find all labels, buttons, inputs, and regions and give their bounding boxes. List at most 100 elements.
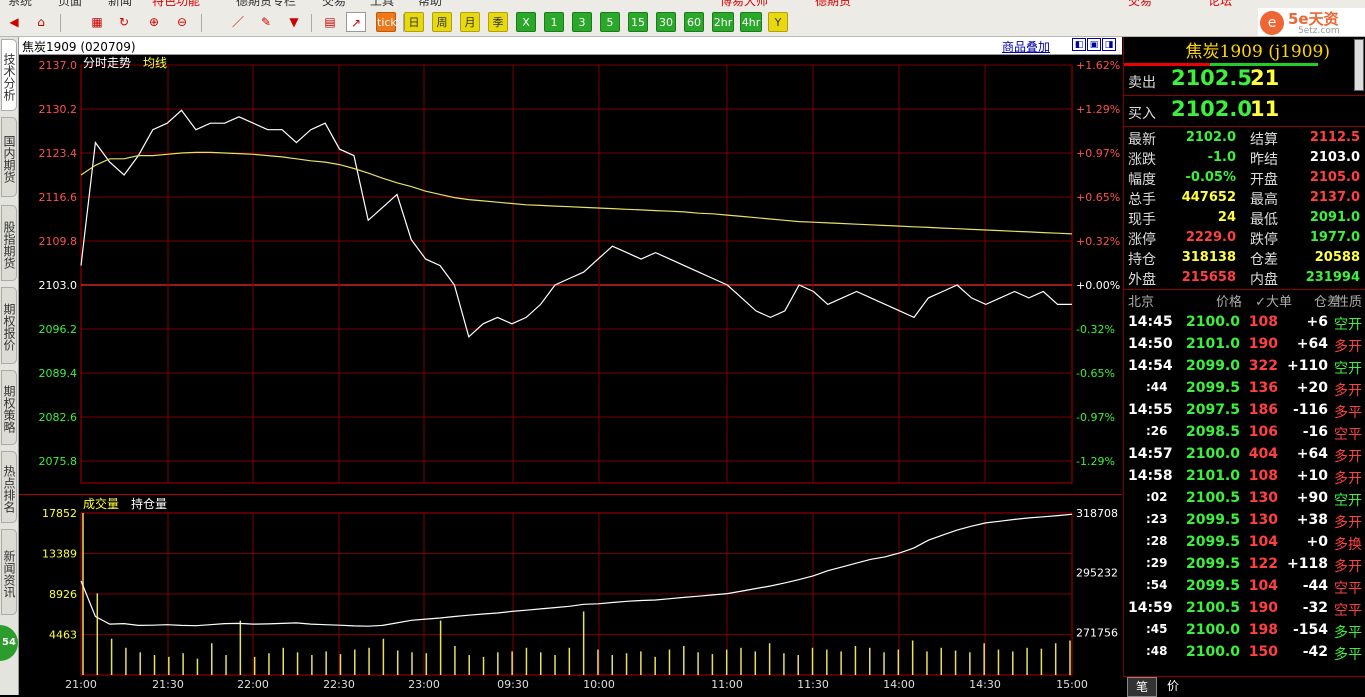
tick-nature: 多开: [1334, 559, 1362, 575]
time-tick-label: 14:00: [883, 678, 915, 691]
period-button-2hr[interactable]: 2hr: [712, 12, 734, 32]
quote-value: 231994: [1305, 270, 1360, 285]
notification-badge[interactable]: 54: [0, 625, 18, 661]
chart-icon[interactable]: ▦: [87, 12, 107, 32]
sidebar-tab[interactable]: 期权报价: [1, 287, 17, 364]
quote-value: 1977.0: [1309, 230, 1360, 245]
open-interest-line: [80, 513, 1073, 627]
tick-oi: -154: [1292, 622, 1328, 638]
toolbar-separator: [311, 14, 312, 32]
home-icon[interactable]: ⌂: [31, 12, 51, 32]
overlay-commodity-link[interactable]: 商品叠加: [1002, 38, 1050, 55]
price-tick-label: 2137.0: [39, 59, 78, 72]
menu-item[interactable]: 页面: [58, 0, 82, 8]
pct-tick-label: -0.97%: [1076, 411, 1115, 424]
tick-time: 14:58: [1128, 468, 1173, 484]
sidebar-tab[interactable]: 热点排名: [1, 451, 17, 523]
sell-quantity: 21: [1250, 66, 1280, 90]
tick-row: :23 2099.5 130 +38 多开: [1124, 509, 1365, 531]
tick-time: :26: [1146, 424, 1168, 438]
tick-header: 价格: [1215, 295, 1242, 310]
tick-vol: 186: [1248, 402, 1278, 418]
tab-ticks[interactable]: 笔: [1127, 677, 1157, 697]
menu-item[interactable]: 特色功能: [152, 0, 200, 8]
quote-scrollbar[interactable]: [1354, 39, 1364, 91]
toolbar-separator: [201, 14, 202, 32]
tick-row: 14:55 2097.5 186 -116 多平: [1124, 399, 1365, 421]
period-button-日[interactable]: 日: [404, 12, 424, 32]
brand-logo-icon: e: [1260, 11, 1284, 35]
menu-button[interactable]: 论坛: [1208, 0, 1232, 8]
tick-view-tabs: 笔 价: [1123, 676, 1365, 697]
sidebar-tab[interactable]: 国内期货: [1, 117, 17, 197]
pencil-icon[interactable]: ✎: [256, 12, 276, 32]
filter-icon[interactable]: ▼: [284, 12, 304, 32]
tick-oi: -116: [1292, 402, 1328, 418]
price-tick-label: 2130.2: [39, 103, 78, 116]
tick-oi: +110: [1287, 358, 1328, 374]
volume-tick-label: 4463: [49, 629, 77, 642]
period-button-60[interactable]: 60: [684, 12, 704, 32]
sidebar-tab[interactable]: 期权策略: [1, 370, 17, 445]
period-button-月[interactable]: 月: [460, 12, 480, 32]
menu-item[interactable]: 新闻: [108, 0, 132, 8]
menu-item[interactable]: 交易: [322, 0, 346, 8]
layout-full-icon[interactable]: ▣: [1087, 38, 1101, 51]
menu-link[interactable]: 德期货: [815, 0, 851, 8]
sidebar-tab[interactable]: 新闻资讯: [1, 529, 17, 615]
tick-row: :26 2098.5 106 -16 空平: [1124, 421, 1365, 443]
period-button-4hr[interactable]: 4hr: [740, 12, 762, 32]
zoom-out-icon[interactable]: ⊖: [172, 12, 192, 32]
tick-nature: 多开: [1334, 339, 1362, 355]
period-button-季[interactable]: 季: [488, 12, 508, 32]
quote-value: 2102.0: [1185, 130, 1236, 145]
line-draw-icon[interactable]: ／: [228, 12, 248, 32]
period-button-周[interactable]: 周: [432, 12, 452, 32]
menu-item[interactable]: 系统: [8, 0, 32, 8]
zoom-in-icon[interactable]: ⊕: [144, 12, 164, 32]
tick-oi: +64: [1296, 446, 1328, 462]
menu-link[interactable]: 博易大师: [720, 0, 768, 8]
period-button-X[interactable]: X: [516, 12, 536, 32]
refresh-icon[interactable]: ↻: [114, 12, 134, 32]
period-button-Y[interactable]: Y: [768, 12, 788, 32]
oi-tick-label: 295232: [1076, 567, 1118, 580]
menu-item[interactable]: 帮助: [418, 0, 442, 8]
period-button-15[interactable]: 15: [628, 12, 648, 32]
tick-vol: 404: [1248, 446, 1278, 462]
tick-row: 14:50 2101.0 190 +64 多开: [1124, 333, 1365, 355]
divider: [1124, 95, 1365, 96]
menu-item[interactable]: 德期贷专栏: [236, 0, 296, 8]
layout-right-icon[interactable]: ◨: [1102, 38, 1116, 51]
tick-oi: +20: [1296, 380, 1328, 396]
menu-bar: 系统 页面 新闻 特色功能 德期贷专栏 交易 工具 帮助 博易大师 德期货 交易 论坛: [0, 0, 1365, 8]
quote-value: -0.05%: [1185, 170, 1237, 185]
buy-quantity: 11: [1250, 97, 1280, 121]
period-button-3[interactable]: 3: [572, 12, 592, 32]
tick-time: :02: [1146, 490, 1168, 504]
menu-item[interactable]: 工具: [370, 0, 394, 8]
tab-price[interactable]: 价: [1159, 677, 1187, 695]
layout-left-icon[interactable]: ◧: [1072, 38, 1086, 51]
sidebar-tab[interactable]: 股指期货: [1, 205, 17, 281]
tick-row: 14:45 2100.0 108 +6 空开: [1124, 311, 1365, 333]
sidebar-tab[interactable]: 技术分析: [1, 39, 17, 111]
period-button-tick[interactable]: tick: [376, 12, 397, 32]
quote-value: -1.0: [1207, 150, 1236, 165]
intraday-chart-icon[interactable]: ↗: [346, 12, 366, 32]
sell-label: 卖出: [1128, 75, 1156, 91]
average-line: [80, 151, 1073, 235]
time-tick-label: 22:00: [237, 678, 269, 691]
tick-price: 2099.5: [1185, 534, 1240, 550]
menu-button[interactable]: 交易: [1128, 0, 1152, 8]
tick-nature: 多开: [1334, 471, 1362, 487]
back-arrow-icon[interactable]: ◀: [4, 12, 24, 32]
period-button-5[interactable]: 5: [600, 12, 620, 32]
tick-nature: 多开: [1334, 515, 1362, 531]
period-button-30[interactable]: 30: [656, 12, 676, 32]
tick-time: :28: [1146, 534, 1168, 548]
brand-logo: e 5e天资 5etz.com: [1258, 8, 1365, 36]
period-button-1[interactable]: 1: [544, 12, 564, 32]
pct-tick-label: -0.65%: [1076, 367, 1115, 380]
table-view-icon[interactable]: ▤: [320, 12, 340, 32]
